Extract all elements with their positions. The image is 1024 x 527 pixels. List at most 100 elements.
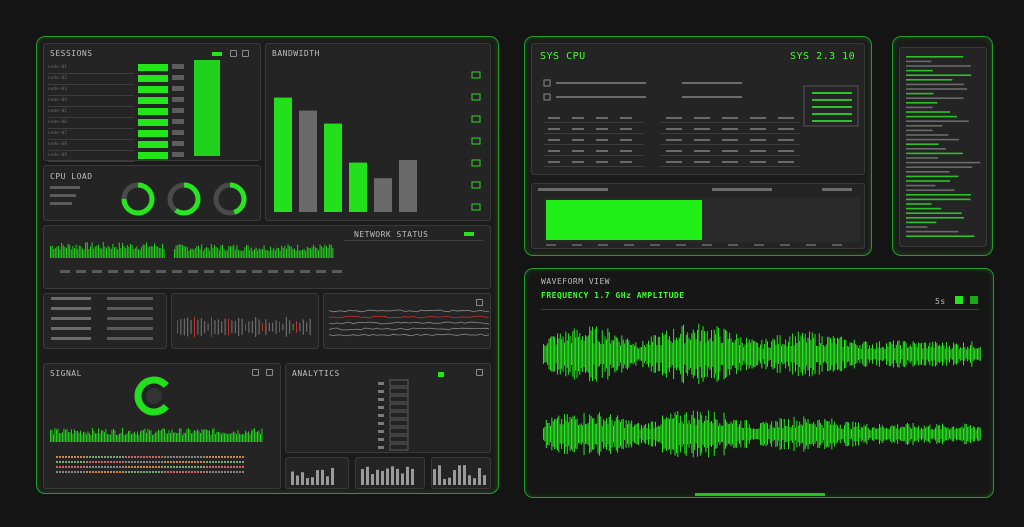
waveform-sample bbox=[977, 348, 978, 360]
session-row-label[interactable]: node-07 bbox=[48, 130, 67, 137]
strip-spike bbox=[110, 248, 112, 258]
signal-spike bbox=[176, 433, 177, 442]
waveform-sample bbox=[732, 423, 733, 445]
waveform-sample bbox=[902, 341, 904, 367]
gauge-row bbox=[50, 182, 247, 216]
waveform-sample bbox=[855, 344, 857, 364]
waveform-sample bbox=[786, 425, 788, 443]
waveform-sample bbox=[750, 427, 752, 441]
close-icon[interactable] bbox=[242, 50, 249, 57]
signal-heat-cell bbox=[212, 456, 214, 458]
session-row-label[interactable]: node-08 bbox=[48, 141, 67, 148]
session-row-label[interactable]: node-03 bbox=[48, 86, 67, 93]
session-row-label[interactable]: node-05 bbox=[48, 108, 67, 115]
waveform-sample bbox=[736, 420, 738, 448]
signal-heat-cell bbox=[125, 461, 127, 463]
waveform-sample bbox=[855, 422, 857, 446]
strip-spike bbox=[96, 245, 98, 258]
signal-heat-cell bbox=[95, 461, 97, 463]
strip-spike bbox=[206, 246, 207, 258]
signal-heat-cell bbox=[233, 466, 235, 468]
row-divider bbox=[48, 139, 134, 140]
waveform-sample bbox=[559, 424, 561, 444]
session-row-label[interactable]: node-02 bbox=[48, 75, 67, 82]
strip-spike bbox=[238, 249, 239, 258]
signal-heat-cell bbox=[209, 466, 211, 468]
signal-heat-cell bbox=[191, 456, 193, 458]
signal-heat-cell bbox=[158, 466, 160, 468]
waveform-sample bbox=[940, 428, 942, 440]
signal-heat-cell bbox=[56, 471, 58, 473]
waveform-sample bbox=[814, 424, 816, 444]
signal-heat-cell bbox=[170, 456, 172, 458]
waveform-sample bbox=[820, 343, 822, 365]
waveform-sample bbox=[823, 427, 824, 441]
row-divider bbox=[48, 95, 134, 96]
waveform-sample bbox=[888, 342, 890, 366]
signal-heat-cell bbox=[104, 461, 106, 463]
table-row-line bbox=[682, 82, 742, 84]
waveform-sample bbox=[694, 418, 696, 450]
signal-heat-cell bbox=[176, 461, 178, 463]
signal-spike bbox=[75, 430, 77, 442]
waveform-sample bbox=[610, 343, 612, 365]
waveform-sample bbox=[670, 413, 672, 455]
strip-spike bbox=[210, 244, 212, 258]
table-row-line bbox=[556, 96, 646, 98]
cpu-progress-panel bbox=[531, 183, 865, 249]
waveform-sample bbox=[545, 345, 547, 363]
signal-heat-cell bbox=[218, 456, 220, 458]
signal-heat-cell bbox=[203, 461, 205, 463]
waveform-sample bbox=[930, 347, 932, 361]
waveform-sample bbox=[930, 429, 932, 439]
session-row-label[interactable]: node-06 bbox=[48, 119, 67, 126]
session-row-label[interactable]: node-01 bbox=[48, 64, 67, 71]
strip-spike bbox=[154, 243, 155, 258]
system-cpu-window: SYS CPU SYS 2.3 10 bbox=[524, 36, 872, 256]
signal-spike bbox=[137, 431, 138, 442]
metric-tick bbox=[272, 322, 274, 332]
mini-bar bbox=[361, 469, 364, 485]
strip-spike bbox=[233, 244, 235, 258]
signal-heat-cell bbox=[62, 461, 64, 463]
waveform-sample bbox=[690, 424, 691, 444]
log-line bbox=[906, 65, 971, 67]
waveform-sample bbox=[919, 343, 921, 365]
signal-spike bbox=[78, 432, 80, 442]
waveform-sample bbox=[778, 427, 780, 441]
signal-heat-cell bbox=[185, 461, 187, 463]
strip-spike bbox=[300, 250, 302, 258]
waveform-sample bbox=[681, 421, 683, 447]
minimize-icon[interactable] bbox=[230, 50, 237, 57]
trend-line bbox=[328, 333, 490, 337]
waveform-sample bbox=[848, 346, 850, 362]
waveform-sample bbox=[761, 422, 763, 446]
waveform-sample bbox=[708, 340, 710, 368]
waveform-sample bbox=[893, 426, 894, 442]
log-line bbox=[906, 138, 960, 141]
log-lines bbox=[906, 56, 981, 237]
waveform-sample bbox=[898, 429, 900, 439]
waveform-sample bbox=[649, 429, 651, 439]
strip-spike bbox=[271, 250, 273, 258]
session-bar bbox=[138, 97, 168, 104]
waveform-sample bbox=[813, 421, 815, 447]
session-bar bbox=[138, 86, 168, 93]
signal-heat-cell bbox=[131, 461, 133, 463]
log-line bbox=[906, 106, 933, 109]
waveform-sample bbox=[702, 326, 704, 382]
waveform-sample bbox=[865, 341, 866, 367]
session-row-label[interactable]: node-04 bbox=[48, 97, 67, 104]
waveform-sample bbox=[762, 348, 764, 360]
waveform-sample bbox=[711, 329, 712, 379]
waveform-sample bbox=[586, 336, 588, 372]
waveform-sample bbox=[748, 339, 750, 369]
signal-heat-cell bbox=[134, 471, 136, 473]
session-row-label[interactable]: node-09 bbox=[48, 152, 67, 159]
waveform-sample bbox=[865, 426, 866, 442]
waveform-sample bbox=[720, 343, 722, 365]
signal-heat-cell bbox=[71, 466, 73, 468]
signal-spike bbox=[164, 428, 165, 442]
waveform-sample bbox=[782, 343, 784, 365]
signal-heat-cell bbox=[122, 461, 124, 463]
